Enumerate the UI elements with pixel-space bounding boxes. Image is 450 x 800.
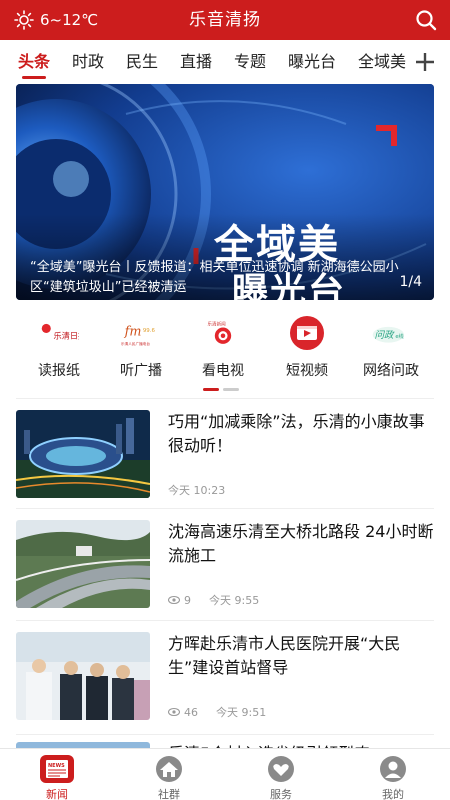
nav-news[interactable]: NEWS 新闻 (12, 753, 102, 800)
nav-services[interactable]: 服务 (236, 753, 326, 800)
divider (16, 620, 434, 621)
pager-dot (223, 388, 239, 391)
tab-beauty[interactable]: 全域美 (358, 40, 410, 84)
nav-label: 新闻 (46, 788, 68, 800)
divider (16, 508, 434, 509)
news-item[interactable]: 方晖赴乐清市人民医院开展“大民生”建设首站督导 46 今天 9:51 (16, 632, 434, 728)
eye-icon (168, 707, 180, 717)
news-title: 沈海高速乐清至大桥北路段 24小时断流施工 (168, 522, 434, 565)
nav-label: 服务 (270, 788, 292, 800)
shortcut-tv[interactable]: 乐清新闻 看电视 (178, 312, 268, 388)
svg-text:乐清人民广播电台: 乐清人民广播电台 (121, 341, 150, 346)
svg-text:fm: fm (124, 324, 142, 339)
user-icon (380, 756, 406, 782)
news-time: 今天 10:23 (168, 484, 226, 497)
news-time: 今天 9:51 (216, 706, 267, 719)
shortcut-label: 看电视 (202, 363, 244, 379)
svg-text:乐清新闻: 乐清新闻 (208, 321, 227, 328)
search-icon[interactable] (414, 8, 438, 32)
news-views: 9 (184, 593, 191, 607)
divider (16, 734, 434, 735)
heart-hands-icon (268, 756, 294, 782)
category-tabs: 头条 时政 民生 直播 专题 曝光台 全域美 (0, 40, 450, 84)
newspaper-logo-icon: 乐清日报 (39, 316, 79, 350)
divider (16, 398, 434, 399)
news-item[interactable]: 巧用“加减乘除”法，乐清的小康故事很动听！ 今天 10:23 (16, 410, 434, 506)
tab-exposure[interactable]: 曝光台 (288, 40, 336, 84)
news-views: 46 (184, 705, 198, 719)
news-thumbnail (16, 632, 150, 720)
tab-live[interactable]: 直播 (180, 40, 212, 84)
news-title: 方晖赴乐清市人民医院开展“大民生”建设首站督导 (168, 634, 401, 677)
nav-community[interactable]: 社群 (124, 753, 214, 800)
top-bar: 6~12℃ 乐音清扬 (0, 0, 450, 40)
shortcut-label: 短视频 (286, 363, 328, 379)
shortcut-newspaper[interactable]: 乐清日报 读报纸 (14, 312, 104, 388)
pager-dot-active (203, 388, 219, 391)
shortcut-grid: 乐清日报 读报纸 fm 99.6 乐清人民广播电台 听广播 乐清新闻 看电视 (0, 312, 450, 392)
tab-politics[interactable]: 时政 (72, 40, 104, 84)
news-item[interactable]: 沈海高速乐清至大桥北路段 24小时断流施工 9 今天 9:55 (16, 520, 434, 616)
shortcut-label: 读报纸 (38, 363, 80, 379)
banner-page-indicator: 1/4 (399, 274, 422, 290)
shortcut-short-video[interactable]: 短视频 (262, 312, 352, 388)
news-time: 今天 9:55 (209, 594, 260, 607)
svg-text:99.6: 99.6 (143, 328, 156, 334)
svg-text:问政: 问政 (374, 329, 395, 341)
news-meta: 46 今天 9:51 (168, 704, 266, 720)
plus-icon[interactable] (414, 51, 436, 73)
active-tab-indicator (22, 76, 46, 79)
news-meta: 今天 10:23 (168, 482, 225, 498)
radio-logo-icon: fm 99.6 乐清人民广播电台 (121, 316, 161, 350)
home-icon (156, 756, 182, 782)
shortcut-label: 听广播 (120, 363, 162, 379)
news-title: 巧用“加减乘除”法，乐清的小康故事很动听！ (168, 412, 425, 455)
bottom-navigation: NEWS 新闻 社群 服务 我的 (0, 748, 450, 800)
shortcut-radio[interactable]: fm 99.6 乐清人民广播电台 听广播 (96, 312, 186, 388)
tv-logo-icon: 乐清新闻 (203, 316, 243, 350)
shortcut-label: 网络问政 (363, 363, 419, 379)
banner-caption: “全域美”曝光台丨反馈报道：相关单位迅速协调 新湖海德公园小区“建筑垃圾山”已经… (30, 260, 399, 295)
app-title: 乐音清扬 (189, 10, 261, 30)
news-thumbnail (16, 520, 150, 608)
tab-special[interactable]: 专题 (234, 40, 266, 84)
svg-text:乐清日报: 乐清日报 (54, 330, 79, 340)
svg-text:NEWS: NEWS (48, 763, 65, 769)
news-thumbnail (16, 410, 150, 498)
nav-label: 社群 (158, 788, 180, 800)
nav-profile[interactable]: 我的 (348, 753, 438, 800)
svg-text:e线: e线 (395, 332, 403, 340)
news-icon: NEWS (40, 755, 74, 783)
eye-icon (168, 595, 180, 605)
politics-logo-icon: 问政 e线 (371, 316, 411, 350)
nav-label: 我的 (382, 788, 404, 800)
shortcut-online-politics[interactable]: 问政 e线 网络问政 (346, 312, 436, 388)
tab-livelihood[interactable]: 民生 (126, 40, 158, 84)
video-icon (287, 316, 327, 350)
news-meta: 9 今天 9:55 (168, 592, 259, 608)
shortcut-pager (203, 388, 243, 392)
